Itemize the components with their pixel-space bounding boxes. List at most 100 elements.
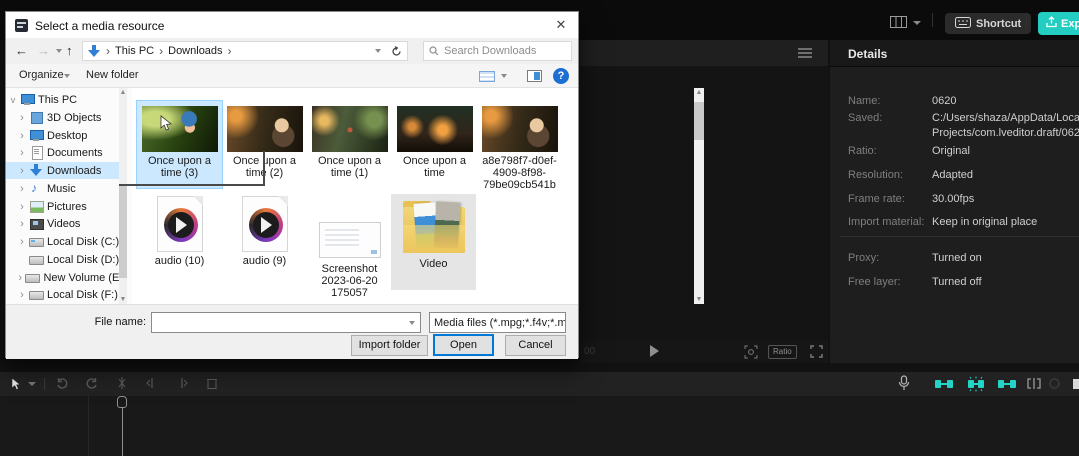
folder-tree: This PC 3D Objects Desktop Documents Dow bbox=[6, 88, 132, 304]
redo-icon[interactable] bbox=[85, 376, 99, 390]
tree-item-local-disk-f[interactable]: Local Disk (F:) bbox=[6, 286, 126, 303]
tree-item-this-pc[interactable]: This PC bbox=[6, 91, 126, 108]
preview-pane-icon[interactable] bbox=[527, 70, 542, 82]
new-folder-button[interactable]: New folder bbox=[86, 69, 139, 81]
play-button[interactable] bbox=[650, 345, 659, 357]
layout-switcher-chevron-icon[interactable] bbox=[913, 21, 921, 25]
up-button[interactable] bbox=[66, 43, 73, 58]
3d-objects-icon bbox=[29, 111, 43, 124]
search-box[interactable] bbox=[423, 41, 572, 61]
organize-button[interactable]: Organize bbox=[19, 69, 64, 81]
tree-item-desktop[interactable]: Desktop bbox=[6, 127, 126, 144]
tree-item-3d-objects[interactable]: 3D Objects bbox=[6, 109, 126, 126]
ratio-button[interactable]: Ratio bbox=[768, 345, 797, 359]
file-tile-image[interactable]: Screenshot 2023-06-20 175057 bbox=[307, 196, 392, 299]
breadcrumb-this-pc[interactable]: This PC bbox=[115, 45, 154, 57]
file-tile-video[interactable]: Once upon a time bbox=[392, 101, 477, 179]
change-view-chevron-icon[interactable] bbox=[501, 74, 507, 78]
address-dropdown-chevron-icon[interactable] bbox=[375, 49, 381, 53]
file-name-input[interactable] bbox=[152, 314, 409, 331]
chevron-closed-icon[interactable] bbox=[18, 165, 26, 177]
magnetic-snap-icon[interactable] bbox=[935, 378, 953, 390]
breadcrumb-downloads[interactable]: Downloads bbox=[168, 45, 222, 57]
drag-trace-line bbox=[263, 151, 265, 186]
import-folder-button[interactable]: Import folder bbox=[351, 335, 428, 356]
tree-item-local-disk-d[interactable]: Local Disk (D:) bbox=[6, 251, 126, 268]
file-tile-audio[interactable]: audio (10) bbox=[137, 196, 222, 267]
file-tile-video[interactable]: a8e798f7-d0ef-4909-8f98-79be09cb541b bbox=[477, 101, 562, 191]
linkage-icon[interactable] bbox=[998, 378, 1016, 390]
tree-item-downloads[interactable]: Downloads bbox=[6, 162, 126, 179]
scroll-up-icon[interactable]: ▲ bbox=[119, 88, 127, 97]
cancel-button[interactable]: Cancel bbox=[505, 335, 566, 356]
player-panel: 00 Ratio bbox=[580, 40, 828, 363]
file-type-combobox[interactable]: Media files (*.mpg;*.f4v;*.mov; bbox=[429, 312, 566, 333]
delete-right-icon[interactable] bbox=[175, 376, 189, 390]
scroll-down-icon[interactable]: ▼ bbox=[119, 295, 127, 304]
tree-item-music[interactable]: Music bbox=[6, 180, 126, 197]
address-bar[interactable]: This PC Downloads bbox=[82, 41, 386, 61]
select-tool-chevron-icon[interactable] bbox=[28, 382, 36, 386]
playhead-handle[interactable] bbox=[117, 396, 127, 408]
tree-item-local-disk-c[interactable]: Local Disk (C:) bbox=[6, 233, 126, 250]
record-voiceover-icon[interactable] bbox=[898, 375, 910, 392]
scroll-up-icon[interactable]: ▲ bbox=[695, 88, 703, 97]
chevron-closed-icon[interactable] bbox=[18, 218, 26, 230]
search-input[interactable] bbox=[444, 45, 554, 57]
open-button[interactable]: Open bbox=[433, 334, 494, 356]
change-view-icon[interactable] bbox=[479, 71, 495, 82]
file-list[interactable]: Once upon a time (3) Once upon a time (2… bbox=[132, 88, 568, 304]
select-tool-icon[interactable] bbox=[10, 377, 22, 391]
file-name-combobox[interactable] bbox=[151, 312, 421, 333]
player-menu-icon[interactable] bbox=[798, 48, 812, 58]
layout-switcher-icon[interactable] bbox=[890, 16, 907, 28]
zoom-out-icon[interactable] bbox=[1049, 378, 1060, 389]
chevron-closed-icon[interactable] bbox=[18, 112, 26, 124]
fullscreen-icon[interactable] bbox=[810, 345, 823, 358]
tree-scrollbar-thumb[interactable] bbox=[119, 186, 127, 278]
file-tile-audio[interactable]: audio (9) bbox=[222, 196, 307, 267]
tree-item-pictures[interactable]: Pictures bbox=[6, 198, 126, 215]
file-list-scrollbar-thumb[interactable] bbox=[694, 102, 704, 140]
recent-locations-chevron-icon[interactable] bbox=[56, 49, 62, 53]
split-icon[interactable] bbox=[115, 376, 129, 390]
tree-item-documents[interactable]: Documents bbox=[6, 144, 126, 161]
zoom-slider-handle[interactable] bbox=[1073, 379, 1079, 389]
undo-icon[interactable] bbox=[55, 376, 69, 390]
file-tile-video[interactable]: Once upon a time (1) bbox=[307, 101, 392, 179]
details-divider bbox=[840, 236, 1079, 237]
chevron-closed-icon[interactable] bbox=[18, 289, 26, 301]
export-button[interactable]: Export bbox=[1038, 12, 1079, 35]
focus-frame-icon[interactable] bbox=[744, 345, 758, 359]
chevron-closed-icon[interactable] bbox=[18, 272, 22, 284]
keyboard-icon bbox=[955, 17, 971, 31]
chevron-closed-icon[interactable] bbox=[18, 183, 26, 195]
chevron-open-icon[interactable] bbox=[9, 95, 17, 105]
shortcut-button[interactable]: Shortcut bbox=[945, 13, 1031, 34]
refresh-button[interactable] bbox=[385, 41, 408, 61]
scroll-down-icon[interactable]: ▼ bbox=[695, 295, 703, 304]
track-start-line bbox=[88, 396, 89, 456]
dialog-title: Select a media resource bbox=[35, 19, 164, 33]
player-viewport[interactable] bbox=[580, 66, 828, 340]
chevron-closed-icon[interactable] bbox=[18, 147, 26, 159]
file-name-chevron-icon[interactable] bbox=[409, 321, 415, 325]
dialog-titlebar[interactable]: Select a media resource bbox=[6, 12, 578, 38]
file-tile-folder[interactable]: Video bbox=[391, 194, 476, 290]
close-icon[interactable] bbox=[552, 16, 570, 34]
preview-axis-icon[interactable] bbox=[1026, 377, 1042, 390]
tree-item-videos[interactable]: Videos bbox=[6, 215, 126, 232]
file-tile-video[interactable]: Once upon a time (3) bbox=[137, 101, 222, 188]
auto-snap-icon[interactable] bbox=[966, 376, 986, 392]
back-button[interactable] bbox=[15, 43, 28, 58]
chevron-closed-icon[interactable] bbox=[18, 201, 26, 213]
forward-button[interactable] bbox=[37, 43, 50, 58]
chevron-closed-icon[interactable] bbox=[18, 236, 26, 248]
chevron-closed-icon[interactable] bbox=[18, 130, 26, 142]
help-icon[interactable] bbox=[553, 68, 569, 84]
timeline[interactable] bbox=[0, 396, 1079, 456]
delete-icon[interactable] bbox=[205, 376, 219, 390]
tree-item-new-volume-e[interactable]: New Volume (E:) bbox=[6, 269, 126, 286]
detail-saved-value-line2: Projects/com.lveditor.draft/0620 bbox=[932, 127, 1079, 139]
delete-left-icon[interactable] bbox=[145, 376, 159, 390]
